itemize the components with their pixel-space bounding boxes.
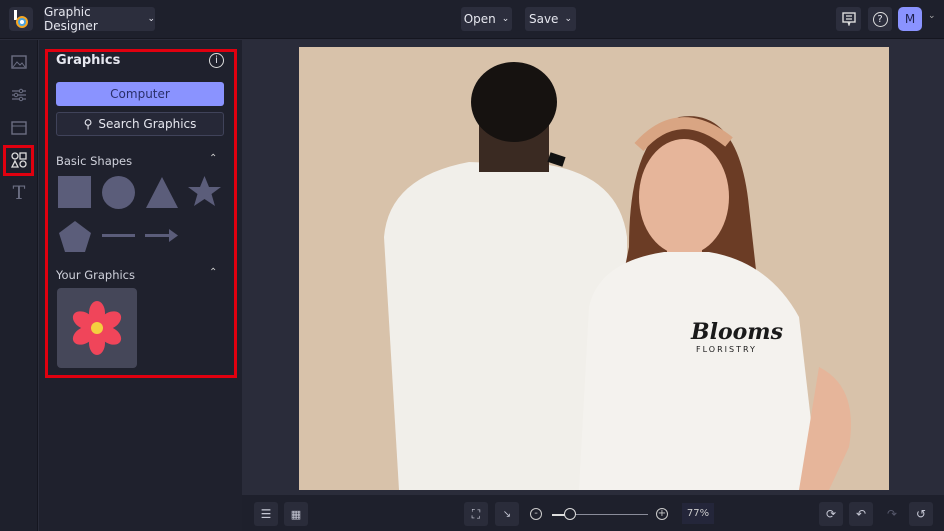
top-bar: Graphic Designer ⌄ Open ⌄ Save ⌄ ? M ⌄ xyxy=(0,0,944,39)
actual-size-button[interactable]: ↘ xyxy=(495,502,519,526)
graphics-tool-highlight xyxy=(3,145,34,176)
layers-icon: ☰ xyxy=(260,507,272,521)
save-button[interactable]: Save ⌄ xyxy=(525,7,576,31)
chevron-down-icon: ⌄ xyxy=(147,14,155,24)
chevron-down-icon: ⌄ xyxy=(564,14,572,24)
couple-photo-image xyxy=(384,62,851,490)
shrink-icon: ↘ xyxy=(502,508,512,520)
save-label: Save xyxy=(528,12,559,26)
graphics-panel-highlight xyxy=(45,49,237,378)
shirt-logo-subtitle: FLORISTRY xyxy=(696,345,757,354)
app-logo[interactable] xyxy=(9,7,33,31)
zoom-level[interactable]: 77% xyxy=(682,503,714,524)
zoom-slider-handle[interactable] xyxy=(564,508,576,520)
history-button[interactable]: ↺ xyxy=(909,502,933,526)
undo-icon: ↶ xyxy=(855,507,867,521)
open-label: Open xyxy=(463,12,496,26)
app-mode-dropdown[interactable]: Graphic Designer ⌄ xyxy=(44,5,155,33)
undo-button[interactable]: ↶ xyxy=(849,502,873,526)
grid-button[interactable]: ▦ xyxy=(284,502,308,526)
chevron-down-icon[interactable]: ⌄ xyxy=(928,11,936,21)
refresh-icon: ⟳ xyxy=(825,507,837,521)
redo-button[interactable]: ↷ xyxy=(880,502,904,526)
user-avatar[interactable]: M xyxy=(898,7,922,31)
open-button[interactable]: Open ⌄ xyxy=(461,7,512,31)
bottom-toolbar: ☰ ▦ ⛶ ↘ - + 77% ⟳ ↶ ↷ ↺ xyxy=(242,495,944,531)
comment-icon xyxy=(841,12,856,26)
help-button[interactable]: ? xyxy=(868,7,892,31)
frames-tool-icon[interactable] xyxy=(7,116,31,140)
text-tool-icon[interactable]: T xyxy=(7,181,31,205)
expand-icon: ⛶ xyxy=(471,506,481,521)
redo-icon: ↷ xyxy=(886,507,898,521)
reset-button[interactable]: ⟳ xyxy=(819,502,843,526)
canvas-photo[interactable]: Blooms FLORISTRY xyxy=(299,47,889,490)
history-icon: ↺ xyxy=(915,507,927,521)
fit-screen-button[interactable]: ⛶ xyxy=(464,502,488,526)
app-mode-label: Graphic Designer xyxy=(44,5,98,33)
adjust-tool-icon[interactable] xyxy=(7,83,31,107)
avatar-initial: M xyxy=(904,12,916,26)
logo-icon xyxy=(14,10,28,28)
image-tool-icon[interactable] xyxy=(7,50,31,74)
grid-icon: ▦ xyxy=(290,507,302,521)
tool-rail: T xyxy=(0,40,38,531)
layers-button[interactable]: ☰ xyxy=(254,502,278,526)
help-icon: ? xyxy=(872,11,888,27)
zoom-out-icon[interactable]: - xyxy=(530,508,542,520)
chevron-down-icon: ⌄ xyxy=(501,14,510,24)
zoom-in-icon[interactable]: + xyxy=(656,508,668,520)
shirt-logo-script: Blooms xyxy=(691,319,783,345)
feedback-button[interactable] xyxy=(836,7,861,31)
zoom-slider[interactable] xyxy=(552,508,648,520)
